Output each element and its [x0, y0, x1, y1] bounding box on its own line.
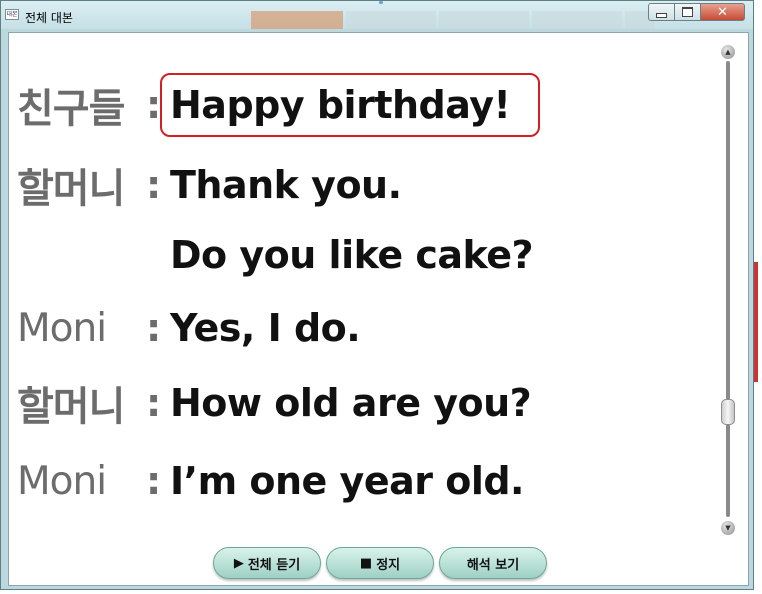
minimize-icon [656, 12, 667, 18]
script-window: 대본 전체 대본 ✕ 친구들 : Happy birthday! 할머니 : T… [0, 0, 754, 590]
maximize-icon [682, 7, 693, 17]
view-translation-button[interactable]: 해석 보기 [439, 547, 547, 579]
minimize-button[interactable] [648, 3, 675, 21]
stop-button[interactable]: ■ 정지 [326, 547, 434, 579]
speech-text: Happy birthday! [170, 83, 511, 127]
scrollbar-track[interactable] [726, 61, 730, 517]
arrow-down-icon: ▼ [725, 524, 731, 532]
window-title: 전체 대본 [25, 11, 73, 25]
speech-text: Yes, I do. [170, 306, 361, 350]
speech-text: Do you like cake? [170, 233, 534, 277]
close-button[interactable]: ✕ [701, 3, 745, 21]
title-bar[interactable]: 대본 전체 대본 ✕ [1, 1, 753, 29]
background-tab [251, 11, 343, 29]
background-tab [439, 11, 529, 29]
speaker-name: 할머니 [17, 384, 125, 430]
script-content-area: 친구들 : Happy birthday! 할머니 : Thank you. D… [8, 32, 749, 586]
speech-text: I’m one year old. [170, 459, 524, 503]
play-all-label: 전체 듣기 [247, 557, 301, 573]
scroll-up-button[interactable]: ▲ [721, 45, 735, 59]
stop-label: 정지 [376, 557, 401, 573]
close-icon: ✕ [717, 4, 728, 20]
speech-text: Thank you. [170, 163, 402, 207]
view-translation-label: 해석 보기 [466, 557, 520, 573]
stop-icon: ■ [359, 555, 373, 571]
app-icon: 대본 [5, 9, 19, 20]
background-window-edge [754, 262, 758, 382]
background-tab [532, 11, 622, 29]
window-controls: ✕ [648, 3, 745, 23]
scrollbar-thumb[interactable] [721, 399, 735, 425]
playback-controls: ▶ 전체 듣기 ■ 정지 해석 보기 [213, 547, 549, 579]
indicator-dot [379, 1, 383, 4]
vertical-scrollbar[interactable]: ▲ ▼ [718, 45, 738, 535]
speaker-name: Moni [17, 458, 107, 504]
maximize-button[interactable] [675, 3, 701, 21]
play-all-button[interactable]: ▶ 전체 듣기 [213, 547, 321, 579]
colon: : [146, 163, 162, 207]
speaker-name: 할머니 [17, 166, 125, 212]
speaker-name: 친구들 [17, 86, 125, 132]
colon: : [146, 459, 162, 503]
play-icon: ▶ [233, 555, 244, 571]
speech-text: How old are you? [170, 381, 532, 425]
scroll-down-button[interactable]: ▼ [721, 521, 735, 535]
background-tab [346, 11, 436, 29]
arrow-up-icon: ▲ [725, 48, 731, 56]
colon: : [146, 83, 162, 127]
speaker-name: Moni [17, 305, 107, 351]
colon: : [146, 381, 162, 425]
colon: : [146, 306, 162, 350]
